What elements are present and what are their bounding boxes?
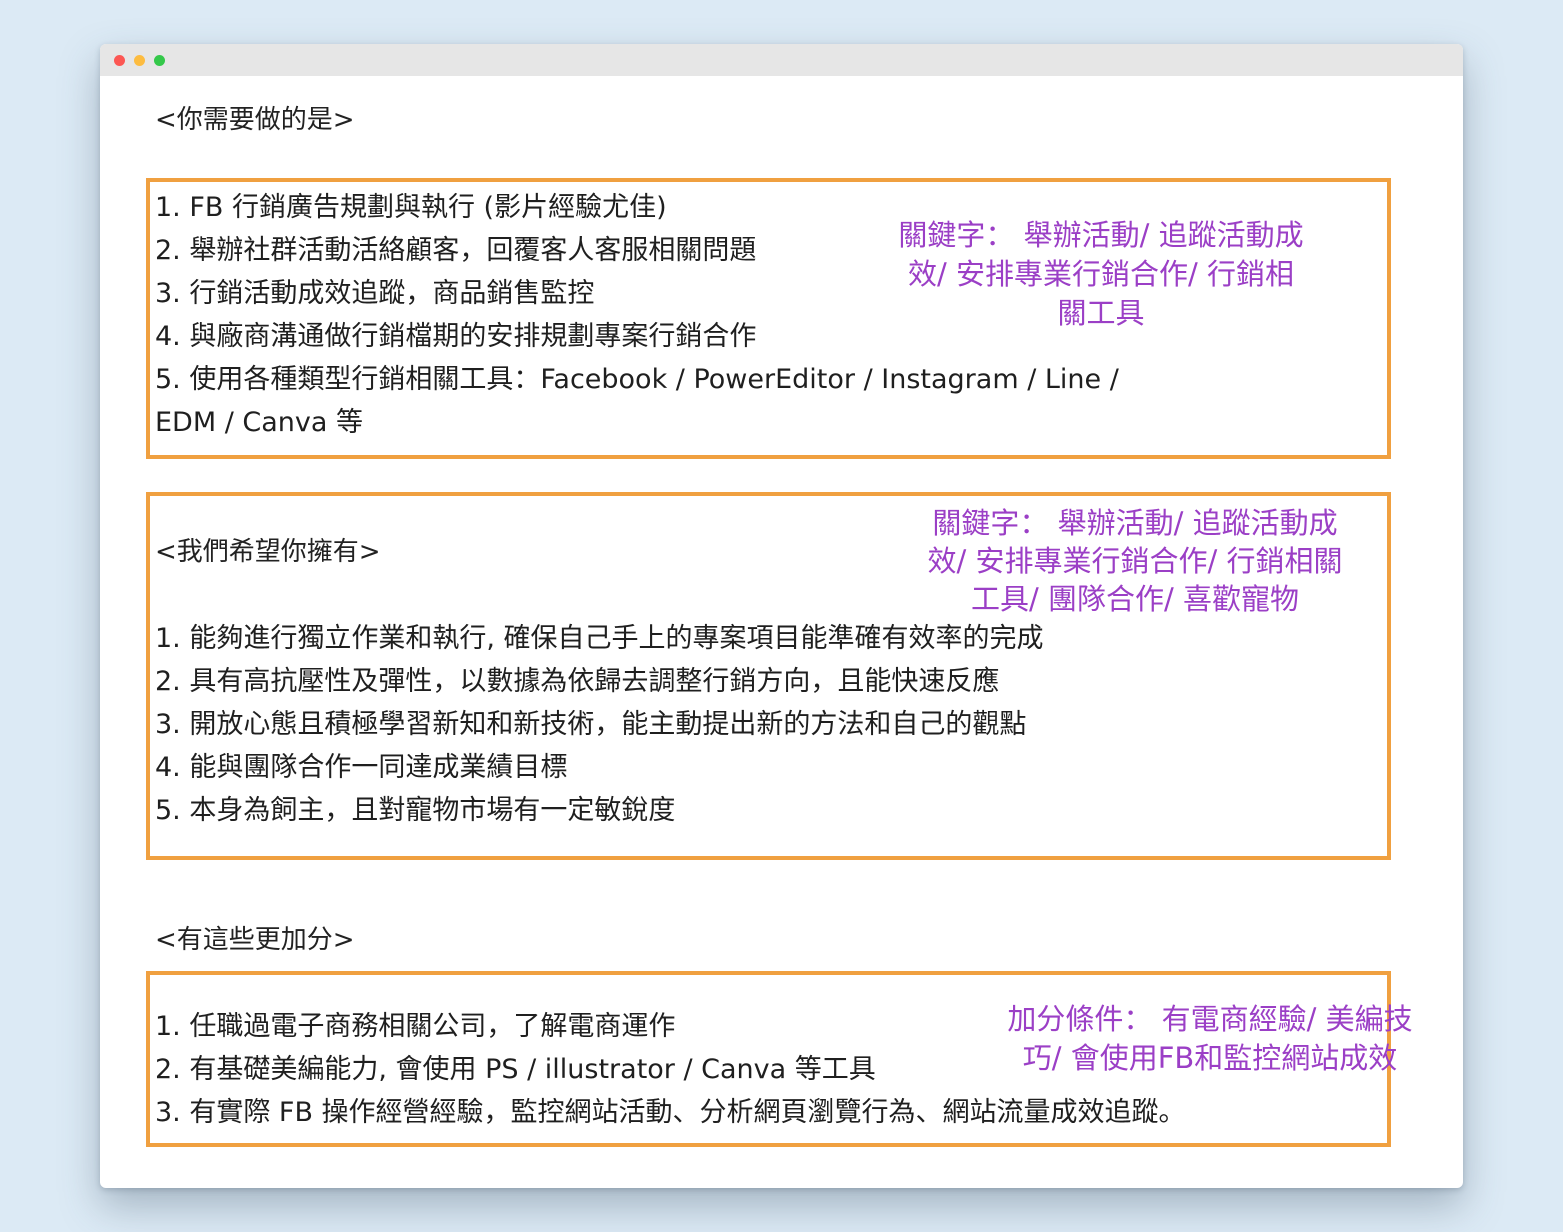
keyword-annotation: 關鍵字： 舉辦活動/ 追蹤活動成 效/ 安排專業行銷合作/ 行銷相 關工具: [846, 216, 1356, 333]
responsibility-item: 2. 舉辦社群活動活絡顧客，回覆客人客服相關問題: [155, 235, 757, 266]
qualification-item: 2. 具有高抗壓性及彈性，以數據為依歸去調整行銷方向，且能快速反應: [155, 666, 1000, 697]
close-window-button[interactable]: [114, 55, 125, 66]
responsibility-item: EDM / Canva 等: [155, 407, 364, 438]
bonus-item: 3. 有實際 FB 操作經營經驗，監控網站活動、分析網頁瀏覽行為、網站流量成效追…: [155, 1097, 1186, 1128]
section-heading-qualifications: <我們希望你擁有>: [155, 537, 381, 567]
annotation-line: 工具/ 團隊合作/ 喜歡寵物: [971, 582, 1299, 616]
responsibility-item: 3. 行銷活動成效追蹤，商品銷售監控: [155, 278, 595, 309]
section-heading-responsibilities: <你需要做的是>: [155, 105, 355, 135]
annotation-line: 效/ 安排專業行銷合作/ 行銷相: [908, 257, 1294, 291]
annotation-line: 效/ 安排專業行銷合作/ 行銷相關: [927, 544, 1343, 578]
bonus-annotation: 加分條件： 有電商經驗/ 美編技 巧/ 會使用FB和監控網站成效: [980, 1000, 1440, 1078]
qualification-item: 4. 能與團隊合作一同達成業績目標: [155, 752, 568, 783]
bonus-item: 1. 任職過電子商務相關公司，了解電商運作: [155, 1011, 676, 1042]
annotation-line: 關鍵字： 舉辦活動/ 追蹤活動成: [932, 506, 1338, 540]
section-heading-bonus: <有這些更加分>: [155, 925, 355, 955]
annotation-line: 關鍵字： 舉辦活動/ 追蹤活動成: [898, 218, 1304, 252]
bonus-item: 2. 有基礎美編能力, 會使用 PS / illustrator / Canva…: [155, 1054, 876, 1085]
zoom-window-button[interactable]: [154, 55, 165, 66]
window-titlebar: [100, 44, 1463, 76]
annotation-line: 關工具: [1057, 296, 1145, 330]
browser-window: <你需要做的是> 1. FB 行銷廣告規劃與執行 (影片經驗尤佳) 2. 舉辦社…: [100, 44, 1463, 1188]
responsibility-item: 4. 與廠商溝通做行銷檔期的安排規劃專案行銷合作: [155, 321, 757, 352]
keyword-annotation: 關鍵字： 舉辦活動/ 追蹤活動成 效/ 安排專業行銷合作/ 行銷相關 工具/ 團…: [890, 504, 1380, 618]
qualification-item: 3. 開放心態且積極學習新知和新技術，能主動提出新的方法和自己的觀點: [155, 709, 1027, 740]
annotation-line: 加分條件： 有電商經驗/ 美編技: [1007, 1002, 1413, 1036]
annotation-line: 巧/ 會使用FB和監控網站成效: [1022, 1041, 1398, 1075]
responsibility-item: 1. FB 行銷廣告規劃與執行 (影片經驗尤佳): [155, 192, 667, 223]
qualification-item: 1. 能夠進行獨立作業和執行, 確保自己手上的專案項目能準確有效率的完成: [155, 623, 1044, 654]
responsibility-item: 5. 使用各種類型行銷相關工具：Facebook / PowerEditor /…: [155, 364, 1119, 395]
qualification-item: 5. 本身為飼主，且對寵物市場有一定敏銳度: [155, 795, 676, 826]
minimize-window-button[interactable]: [134, 55, 145, 66]
